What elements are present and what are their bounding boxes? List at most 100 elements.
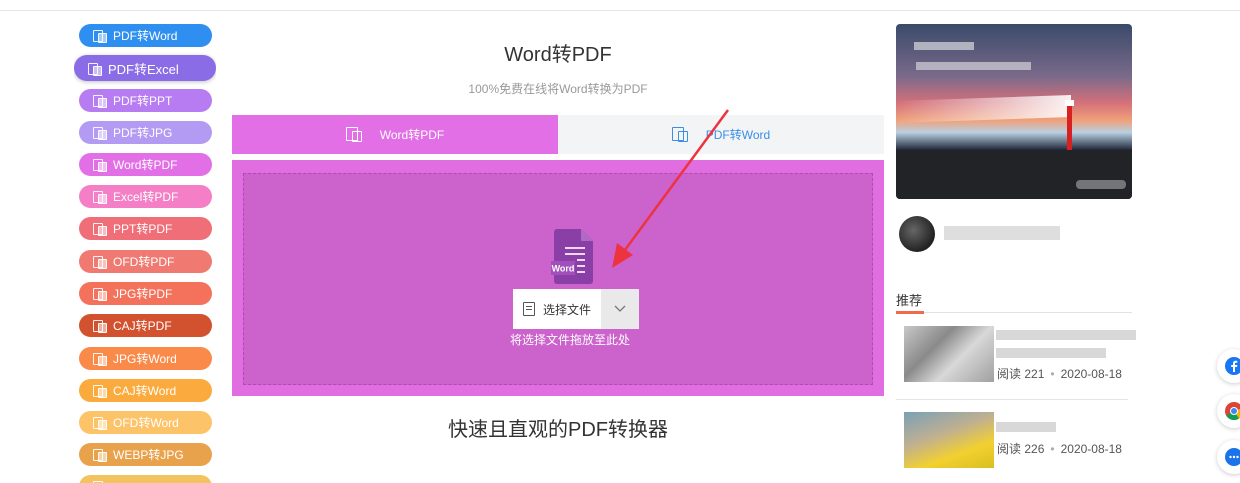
- featured-image[interactable]: [896, 24, 1132, 199]
- sidebar-item-jpg-to-word[interactable]: JPG转Word: [79, 347, 212, 370]
- chat-share-button[interactable]: [1217, 440, 1240, 474]
- chat-icon: [1225, 448, 1240, 466]
- article-date: 2020-08-18: [1060, 367, 1122, 381]
- file-icon: [522, 302, 535, 316]
- sidebar-item-label: PDF转PPT: [113, 94, 173, 108]
- facebook-share-button[interactable]: [1217, 349, 1240, 383]
- file-convert-icon: [93, 416, 107, 430]
- sidebar-item-jpg-to-pdf[interactable]: JPG转PDF: [79, 282, 212, 305]
- sidebar-item-label: PDF转Word: [113, 29, 178, 43]
- sidebar-item-pdf-to-word[interactable]: PDF转Word: [79, 24, 212, 47]
- sidebar-item-pdf-to-ppt[interactable]: PDF转PPT: [79, 89, 212, 112]
- file-convert-icon: [93, 384, 107, 398]
- file-convert-icon: [93, 319, 107, 333]
- drop-zone[interactable]: Word 选择文件 将选择文件拖放至此处: [243, 173, 873, 385]
- sidebar-item-webp-to-jpg[interactable]: WEBP转JPG: [79, 443, 212, 466]
- drop-hint: 将选择文件拖放至此处: [509, 333, 630, 347]
- sidebar-item-pdf-to-jpg[interactable]: PDF转JPG: [79, 121, 212, 144]
- tab-word-to-pdf[interactable]: Word转PDF: [232, 115, 558, 154]
- file-convert-icon: [671, 127, 688, 142]
- lighthouse: [1065, 100, 1074, 150]
- facebook-icon: [1225, 357, 1240, 375]
- file-convert-icon: [93, 158, 107, 172]
- views-label: 阅读: [997, 367, 1022, 381]
- sidebar-item-ofd-to-pdf[interactable]: OFD转PDF: [79, 250, 212, 273]
- chevron-down-icon: [614, 305, 626, 312]
- sidebar-item-partial[interactable]: [79, 475, 212, 483]
- top-divider: [0, 10, 1240, 11]
- sidebar-item-caj-to-word[interactable]: CAJ转Word: [79, 379, 212, 402]
- sidebar-item-label: CAJ转PDF: [113, 319, 172, 333]
- sidebar-item-label: CAJ转Word: [113, 384, 177, 398]
- blurred-text: [1076, 180, 1126, 189]
- article-thumbnail: [904, 412, 994, 468]
- file-convert-icon: [93, 448, 107, 462]
- sidebar-item-label: WEBP转JPG: [113, 448, 184, 462]
- chrome-icon: [1225, 402, 1240, 420]
- sidebar-item-label: PDF转Excel: [108, 61, 179, 77]
- sidebar-item-label: OFD转PDF: [113, 255, 175, 269]
- recommend-underline: [896, 311, 924, 314]
- sidebar-item-label: PDF转JPG: [113, 126, 173, 140]
- light-beam: [896, 94, 1071, 124]
- converter-sidebar: PDF转Word PDF转Excel PDF转PPT PDF转JPG Word转…: [74, 24, 216, 483]
- chrome-share-button[interactable]: [1217, 394, 1240, 428]
- file-convert-icon: [93, 126, 107, 140]
- blurred-article-title: [996, 330, 1136, 340]
- blurred-text: [916, 62, 1031, 70]
- sidebar-item-excel-to-pdf[interactable]: Excel转PDF: [79, 185, 212, 208]
- section-title: 快速且直观的PDF转换器: [448, 419, 668, 441]
- sidebar-item-label: PPT转PDF: [113, 222, 173, 236]
- tab-label: Word转PDF: [379, 128, 445, 142]
- file-convert-icon: [93, 255, 107, 269]
- sidebar-item-label: Word转PDF: [113, 158, 178, 172]
- file-convert-icon: [345, 127, 362, 142]
- sea: [896, 150, 1132, 199]
- article-meta: 阅读 221 • 2020-08-18: [997, 367, 1122, 381]
- sidebar-item-label: JPG转Word: [113, 352, 177, 366]
- article-thumbnail: [904, 326, 994, 382]
- article-date: 2020-08-18: [1060, 442, 1122, 456]
- file-convert-icon: [93, 352, 107, 366]
- file-convert-icon: [93, 222, 107, 236]
- page-title: Word转PDF: [504, 44, 612, 66]
- file-convert-icon: [93, 94, 107, 108]
- list-item[interactable]: 阅读 221 • 2020-08-18: [896, 326, 1136, 386]
- divider: [896, 399, 1128, 400]
- list-item[interactable]: 阅读 226 • 2020-08-18: [896, 412, 1136, 472]
- select-source-dropdown[interactable]: [601, 289, 639, 329]
- sidebar-item-word-to-pdf[interactable]: Word转PDF: [79, 153, 212, 176]
- page-subtitle: 100%免费在线将Word转换为PDF: [468, 82, 648, 96]
- sidebar-item-caj-to-pdf[interactable]: CAJ转PDF: [79, 314, 212, 337]
- recommend-title: 推荐: [896, 293, 923, 308]
- select-file-button[interactable]: 选择文件: [513, 289, 601, 329]
- select-file-label: 选择文件: [542, 302, 591, 317]
- blurred-author-name: [944, 226, 1060, 240]
- views-label: 阅读: [997, 442, 1022, 456]
- article-meta: 阅读 226 • 2020-08-18: [997, 442, 1122, 456]
- sidebar-item-label: JPG转PDF: [113, 287, 173, 301]
- select-file-control: 选择文件: [513, 289, 639, 329]
- file-convert-icon: [93, 287, 107, 301]
- sidebar-item-pdf-to-excel[interactable]: PDF转Excel: [74, 55, 216, 81]
- word-icon-label: Word: [552, 264, 575, 274]
- upload-area[interactable]: Word 选择文件 将选择文件拖放至此处: [232, 160, 884, 396]
- views-count: 221: [1024, 367, 1045, 381]
- sidebar-item-ppt-to-pdf[interactable]: PPT转PDF: [79, 217, 212, 240]
- blurred-article-title: [996, 422, 1056, 432]
- avatar[interactable]: [899, 216, 935, 252]
- sidebar-item-label: Excel转PDF: [113, 190, 179, 204]
- sidebar-item-label: OFD转Word: [113, 416, 179, 430]
- blurred-text: [914, 42, 974, 50]
- tab-pdf-to-word[interactable]: PDF转Word: [558, 115, 884, 154]
- recommend-header: 推荐: [896, 290, 1132, 314]
- file-convert-icon: [93, 190, 107, 204]
- file-convert-icon: [88, 62, 102, 76]
- sidebar-item-ofd-to-word[interactable]: OFD转Word: [79, 411, 212, 434]
- tab-label: PDF转Word: [705, 128, 771, 142]
- views-count: 226: [1024, 442, 1045, 456]
- word-file-icon: Word: [551, 229, 593, 284]
- convert-tabs: Word转PDF PDF转Word: [232, 115, 884, 154]
- file-convert-icon: [93, 29, 107, 43]
- blurred-article-title: [996, 348, 1106, 358]
